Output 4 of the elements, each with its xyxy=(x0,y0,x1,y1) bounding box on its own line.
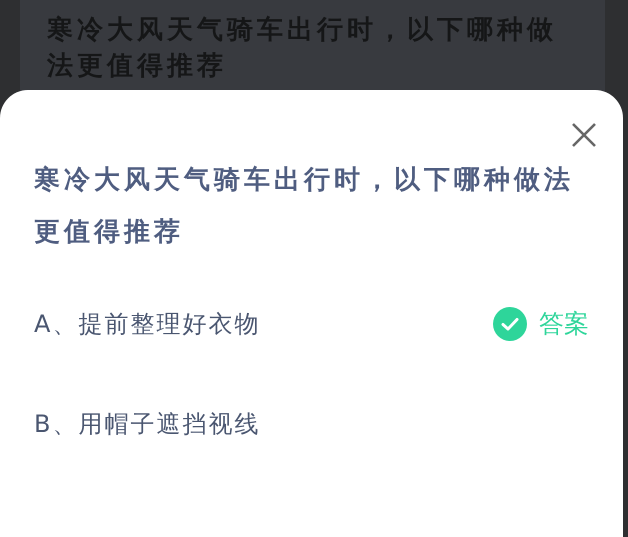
option-text[interactable]: B、用帽子遮挡视线 xyxy=(34,406,260,442)
answer-label: 答案 xyxy=(539,308,589,340)
question-title: 寒冷大风天气骑车出行时，以下哪种做法更值得推荐 xyxy=(34,164,575,249)
option-text[interactable]: A、提前整理好衣物 xyxy=(34,306,260,342)
